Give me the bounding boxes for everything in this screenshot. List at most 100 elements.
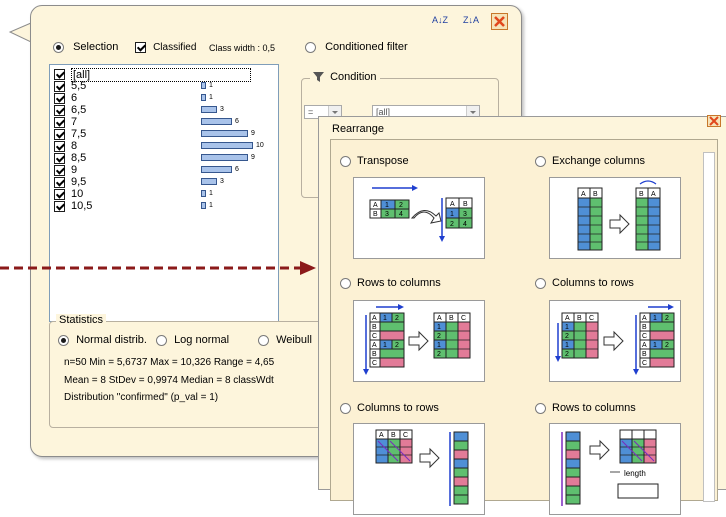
list-item-label: 5,5 [71,80,87,92]
frequency-bar [201,154,248,161]
classified-checkbox[interactable]: Classified [135,41,196,53]
list-item-checkbox[interactable] [54,152,65,164]
list-item[interactable]: 76 [54,116,274,128]
option-columns-to-rows[interactable]: Columns to rows [535,277,634,289]
svg-text:2: 2 [395,342,399,349]
frequency-count: 6 [235,118,239,125]
svg-text:A: A [379,432,384,439]
list-item-checkbox[interactable] [54,176,65,188]
frequency-count: 10 [256,142,264,149]
list-item-checkbox[interactable] [54,200,65,212]
svg-text:2: 2 [565,351,569,358]
option-exchange-columns[interactable]: Exchange columns [535,155,645,167]
frequency-count: 1 [209,82,213,89]
list-item[interactable]: 9,5 3 [54,176,274,188]
rows-to-columns-diagram: A 1 2 B C A 1 2 B C A B C 1 2 1 2 [353,300,485,382]
scrollbar[interactable] [703,152,715,502]
list-item-checkbox[interactable] [54,104,65,116]
close-icon[interactable] [491,13,508,30]
list-item[interactable]: 10,5 1 [54,200,274,212]
list-item-checkbox[interactable] [54,164,65,176]
svg-text:1: 1 [437,324,441,331]
frequency-bar [201,82,206,89]
option-rows-to-columns-2[interactable]: Rows to columns [535,402,636,414]
list-item-label: 8 [71,140,78,152]
weibull-label: Weibull [276,334,312,346]
rows-to-columns-2-diagram: length [549,423,681,515]
svg-text:A: A [373,202,378,209]
list-item[interactable]: 8 10 [54,140,274,152]
svg-text:2: 2 [450,221,454,228]
list-item-checkbox[interactable] [54,140,65,152]
frequency-count: 9 [251,154,255,161]
frequency-bar [201,118,232,125]
rearrange-close-icon[interactable] [707,115,721,127]
svg-text:2: 2 [399,202,403,209]
statistics-title: Statistics [56,314,107,326]
option-rows-to-columns[interactable]: Rows to columns [340,277,441,289]
sort-descending-icon[interactable]: Z↓A [463,16,481,32]
svg-text:1: 1 [385,202,389,209]
svg-text:B: B [639,191,644,198]
frequency-count: 1 [209,202,213,209]
svg-text:2: 2 [437,351,441,358]
list-item-checkbox[interactable] [54,188,65,200]
svg-text:1: 1 [383,342,387,349]
list-item[interactable]: 61 [54,92,274,104]
svg-text:B: B [373,211,378,218]
rearrange-options-area: Transpose A 1 2 B 3 4 A B 1 3 2 4 Exchan… [330,139,718,515]
svg-text:1: 1 [565,342,569,349]
svg-text:C: C [642,360,647,367]
frequency-bar [201,94,206,101]
svg-text:B: B [449,315,454,322]
list-item-checkbox[interactable] [54,68,65,80]
svg-text:B: B [372,351,377,358]
frequency-bar [201,142,253,149]
list-item[interactable]: 7,5 9 [54,128,274,140]
stats-line-1: n=50 Min = 5,6737 Max = 10,326 Range = 4… [64,357,275,368]
list-item-checkbox[interactable] [54,128,65,140]
exchange-columns-diagram: A B B A [549,177,681,259]
svg-text:B: B [642,324,647,331]
list-item[interactable]: 5,5 1 [54,80,274,92]
option-transpose[interactable]: Transpose [340,155,409,167]
svg-text:A: A [581,191,586,198]
condition-title: Condition [310,71,380,83]
svg-text:2: 2 [665,342,669,349]
svg-text:B: B [463,201,468,208]
normal-distrib-radio[interactable]: Normal distrib. [58,334,147,346]
stats-line-3: Distribution "confirmed" (p_val = 1) [64,392,219,403]
transpose-diagram: A 1 2 B 3 4 A B 1 3 2 4 [353,177,485,259]
classified-label: Classified [153,42,197,53]
list-item[interactable]: 8,5 9 [54,152,274,164]
list-item-checkbox[interactable] [54,92,65,104]
conditioned-filter-label: Conditioned filter [325,41,408,53]
frequency-count: 1 [209,190,213,197]
weibull-radio[interactable]: Weibull [258,334,312,346]
list-item[interactable]: 96 [54,164,274,176]
option-columns-to-rows-2[interactable]: Columns to rows [340,402,439,414]
svg-text:4: 4 [463,221,467,228]
conditioned-filter-radio[interactable]: Conditioned filter [305,41,408,53]
list-item[interactable]: 6,5 3 [54,104,274,116]
svg-text:A: A [642,315,647,322]
frequency-bar [201,178,217,185]
log-normal-label: Log normal [174,334,230,346]
svg-text:2: 2 [665,315,669,322]
frequency-count: 3 [220,178,224,185]
list-item[interactable]: [all] [54,68,274,82]
sort-ascending-icon[interactable]: A↓Z [432,16,450,32]
frequency-count: 3 [220,106,224,113]
svg-text:A: A [372,342,377,349]
value-list[interactable]: [all] 5,5 1 6 1 6,5 3 7 6 7,5 9 8 10 8,5 9 9 6 9,5 3 10 1 10,… [49,64,279,322]
list-item-checkbox[interactable] [54,116,65,128]
selection-radio[interactable]: Selection [53,41,118,53]
frequency-bar [201,190,206,197]
frequency-count: 1 [209,94,213,101]
svg-text:C: C [372,333,377,340]
log-normal-radio[interactable]: Log normal [156,334,229,346]
list-item[interactable]: 10 1 [54,188,274,200]
columns-to-rows-diagram: A B C 1 2 1 2 A 1 2 B C A 1 2 B C [549,300,681,382]
list-item-label: 8,5 [71,152,87,164]
list-item-checkbox[interactable] [54,80,65,92]
